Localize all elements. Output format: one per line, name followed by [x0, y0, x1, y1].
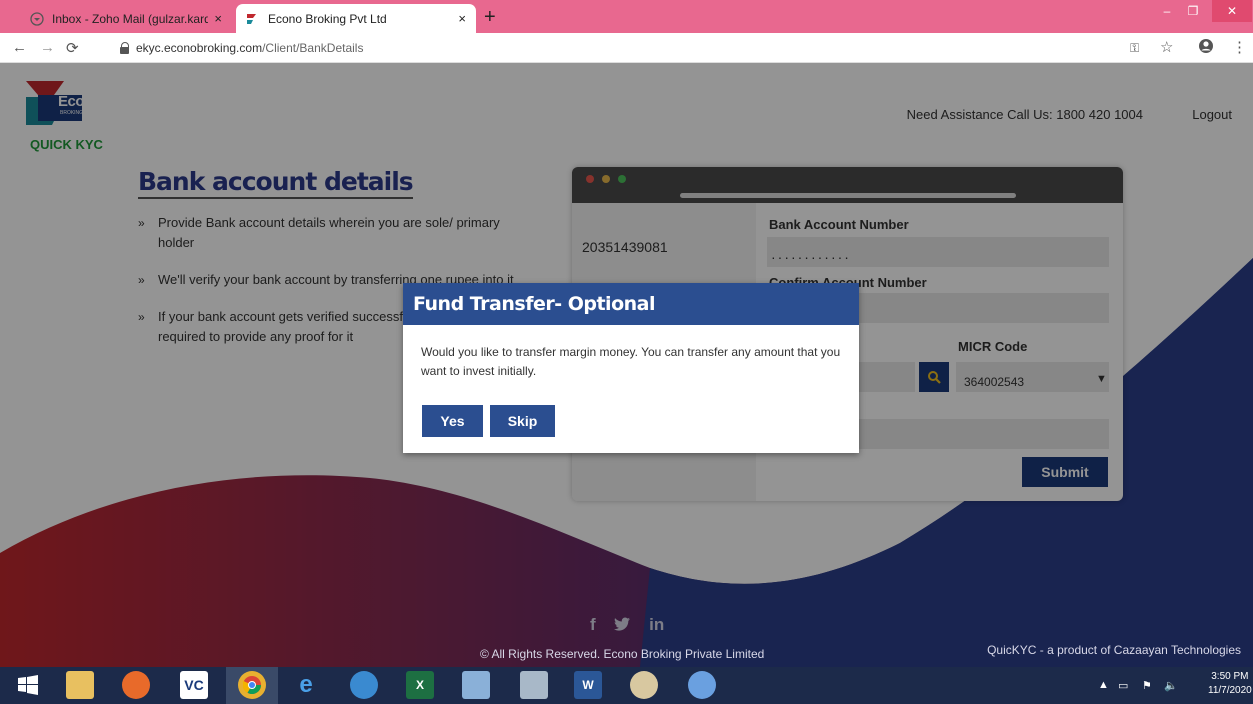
key-icon[interactable]: ⚿: [1130, 41, 1139, 56]
econo-favicon-icon: [246, 12, 260, 26]
vc-app-icon[interactable]: VC: [180, 671, 208, 699]
paint-icon[interactable]: [630, 671, 658, 699]
windows-start-icon[interactable]: [14, 671, 42, 699]
zoho-mail-taskbar-icon[interactable]: [350, 671, 378, 699]
chrome-icon[interactable]: [238, 671, 266, 699]
flag-icon[interactable]: ⚑: [1142, 679, 1152, 692]
network-icon[interactable]: ▭: [1118, 679, 1128, 692]
notepad-icon[interactable]: [462, 671, 490, 699]
firefox-icon[interactable]: [122, 671, 150, 699]
calculator-icon[interactable]: [520, 671, 548, 699]
close-tab-icon[interactable]: ×: [214, 11, 222, 26]
maximize-button[interactable]: ❐: [1181, 0, 1205, 22]
windows-taskbar: VC e X W ▲ ▭ ⚑ 🔈 3:50 PM 11/7/2020: [0, 667, 1253, 704]
tab-zoho-mail[interactable]: Inbox - Zoho Mail (gulzar.kardom ×: [20, 4, 232, 33]
yes-button[interactable]: Yes: [422, 405, 483, 437]
clock[interactable]: 3:50 PM 11/7/2020: [1208, 670, 1252, 698]
clock-date: 11/7/2020: [1208, 685, 1252, 696]
browser-tab-strip: Inbox - Zoho Mail (gulzar.kardom × Econo…: [0, 0, 1253, 33]
new-tab-button[interactable]: +: [484, 6, 496, 29]
volume-icon[interactable]: 🔈: [1164, 679, 1178, 692]
profile-icon[interactable]: [1198, 38, 1214, 58]
back-arrow-icon[interactable]: ←: [12, 39, 27, 56]
tab-title: Econo Broking Pvt Ltd: [268, 11, 387, 26]
zoho-mail-icon: [30, 11, 44, 26]
show-hidden-icons-icon[interactable]: ▲: [1098, 679, 1109, 691]
modal-actions: Yes Skip: [422, 405, 555, 437]
excel-icon[interactable]: X: [406, 671, 434, 699]
modal-message: Would you like to transfer margin money.…: [421, 345, 841, 378]
close-tab-icon[interactable]: ×: [458, 11, 466, 26]
internet-explorer-icon[interactable]: e: [292, 671, 320, 699]
copyright-text: © All Rights Reserved. Econo Broking Pri…: [480, 647, 765, 661]
minimize-button[interactable]: –: [1155, 0, 1179, 22]
close-window-button[interactable]: ✕: [1212, 0, 1252, 22]
product-credit: QuicKYC - a product of Cazaayan Technolo…: [987, 643, 1241, 657]
clock-time: 3:50 PM: [1211, 671, 1249, 682]
address-bar: ← → ⟳ ekyc.econobroking.com/Client/BankD…: [0, 33, 1253, 63]
tab-title: Inbox - Zoho Mail (gulzar.kardom: [52, 11, 209, 26]
lock-icon: [120, 42, 130, 54]
modal-title: Fund Transfer- Optional: [403, 283, 859, 325]
network-app-icon[interactable]: [688, 671, 716, 699]
star-icon[interactable]: ☆: [1160, 38, 1173, 56]
word-icon[interactable]: W: [574, 671, 602, 699]
fund-transfer-modal: Fund Transfer- Optional Would you like t…: [403, 283, 859, 453]
file-explorer-icon[interactable]: [66, 671, 94, 699]
reload-icon[interactable]: ⟳: [66, 39, 79, 57]
skip-button[interactable]: Skip: [490, 405, 555, 437]
url-host: ekyc.econobroking.com: [136, 41, 263, 55]
menu-kebab-icon[interactable]: ⋮: [1232, 38, 1247, 56]
forward-arrow-icon[interactable]: →: [40, 39, 55, 56]
url-path: /Client/BankDetails: [262, 41, 364, 55]
tab-econo-broking[interactable]: Econo Broking Pvt Ltd ×: [236, 4, 476, 33]
url-field[interactable]: ekyc.econobroking.com/Client/BankDetails: [120, 41, 363, 55]
